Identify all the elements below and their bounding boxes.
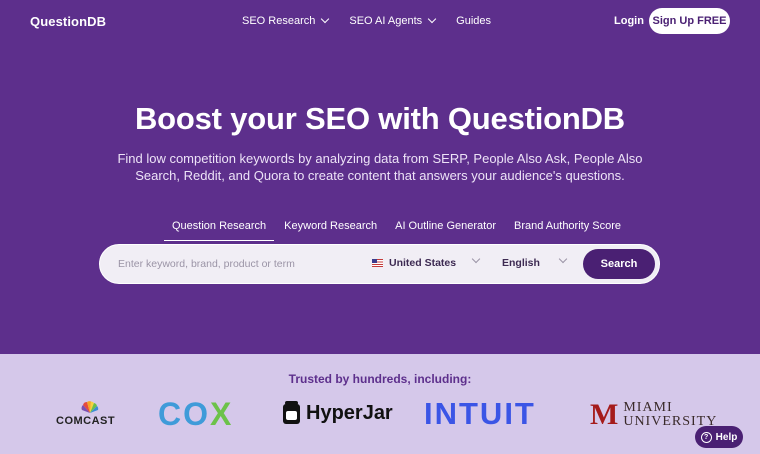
help-button[interactable]: ? Help — [695, 426, 743, 448]
us-flag-icon — [372, 259, 383, 267]
jar-icon — [283, 400, 300, 424]
signup-button[interactable]: Sign Up FREE — [649, 8, 730, 34]
hero-section: QuestionDB SEO Research SEO AI Agents Gu… — [0, 0, 760, 354]
intuit-logo: INTUIT — [424, 396, 536, 431]
country-value: United States — [389, 257, 457, 269]
cox-wordmark: CO — [158, 396, 210, 432]
cox-x-mark: X — [210, 396, 234, 432]
trusted-label: Trusted by hundreds, including: — [288, 372, 472, 386]
comcast-wordmark: COMCAST — [56, 415, 116, 427]
tab-brand-authority-score[interactable]: Brand Authority Score — [506, 220, 629, 241]
hyperjar-logo: HyperJar — [283, 400, 393, 425]
tab-ai-outline-generator[interactable]: AI Outline Generator — [387, 220, 504, 241]
peacock-icon — [81, 401, 99, 413]
nav-seo-research-label: SEO Research — [242, 15, 316, 27]
trusted-section: Trusted by hundreds, including: COMCAST … — [0, 354, 760, 454]
chevron-down-icon — [427, 14, 437, 24]
search-input[interactable] — [118, 255, 348, 273]
page-title: Boost your SEO with QuestionDB — [134, 101, 625, 136]
miami-university-logo: M MIAMI UNIVERSITY — [590, 400, 717, 430]
nav-guides-label: Guides — [456, 15, 492, 27]
search-button[interactable]: Search — [583, 249, 655, 279]
login-link[interactable]: Login — [614, 15, 644, 27]
question-icon: ? — [700, 431, 712, 443]
chevron-down-icon — [321, 14, 330, 24]
nav-seo-ai-agents[interactable]: SEO AI Agents — [349, 14, 437, 27]
search-tabs: Question Research Keyword Research AI Ou… — [164, 220, 631, 241]
tab-question-research[interactable]: Question Research — [164, 220, 275, 241]
page-subtitle: Find low competition keywords by analyzi… — [117, 151, 643, 183]
nav-seo-ai-agents-label: SEO AI Agents — [349, 15, 423, 27]
miami-wordmark: MIAMI UNIVERSITY — [623, 401, 717, 429]
chevron-down-icon[interactable] — [471, 254, 481, 264]
country-select[interactable]: United States — [372, 257, 456, 269]
main-nav: SEO Research SEO AI Agents Guides — [242, 14, 512, 27]
nav-guides[interactable]: Guides — [456, 15, 491, 27]
chevron-down-icon[interactable] — [558, 254, 568, 264]
miami-line-1: MIAMI — [623, 400, 673, 415]
cox-logo: COX — [158, 396, 233, 433]
tab-keyword-research[interactable]: Keyword Research — [276, 220, 385, 241]
language-select[interactable]: English — [502, 257, 540, 269]
hyperjar-wordmark: HyperJar — [306, 402, 393, 424]
logo[interactable]: QuestionDB — [30, 14, 106, 29]
help-label: Help — [715, 431, 738, 443]
search-bar: United States English Search — [99, 244, 660, 284]
comcast-logo: COMCAST — [56, 401, 122, 431]
miami-m-icon: M — [590, 398, 619, 431]
nav-seo-research[interactable]: SEO Research — [242, 14, 330, 27]
